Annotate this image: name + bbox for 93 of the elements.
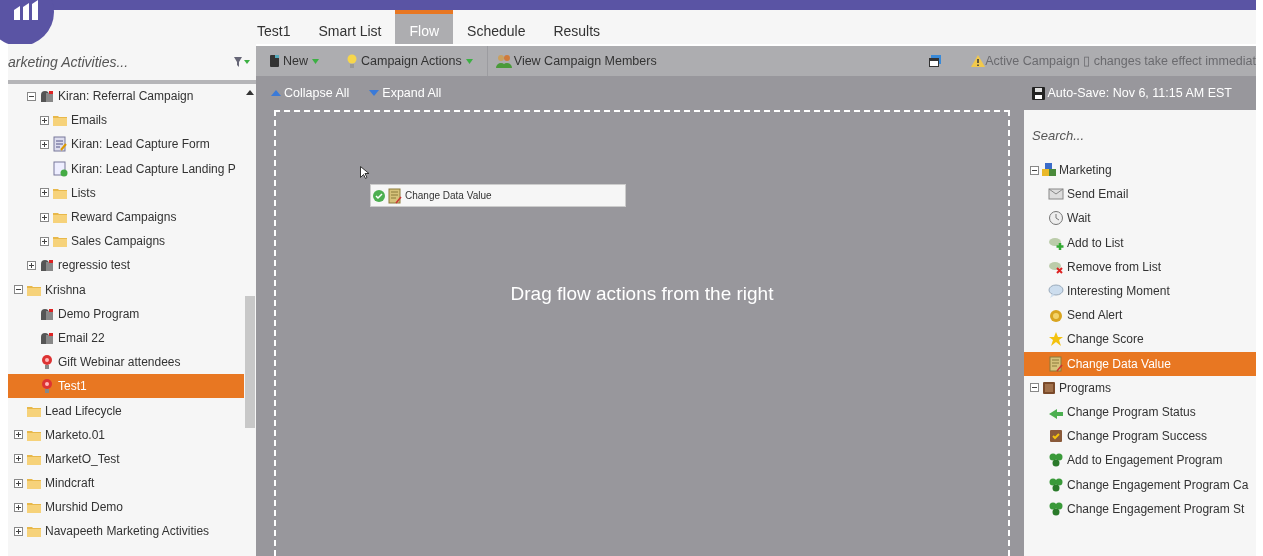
lightbulb-icon (347, 54, 357, 68)
expand-toggle-icon[interactable] (40, 188, 49, 198)
tree-item[interactable]: Sales Campaigns (8, 229, 244, 254)
triangle-up-icon (271, 90, 281, 96)
expand-toggle-icon[interactable] (14, 526, 23, 536)
action-group[interactable]: Marketing (1024, 158, 1256, 183)
tree-item[interactable]: Emails (8, 108, 244, 133)
tree-item[interactable]: Marketo.01 (8, 422, 244, 447)
expand-toggle-icon[interactable] (14, 502, 23, 512)
scroll-up-icon[interactable] (246, 90, 254, 95)
new-button[interactable]: New (256, 46, 333, 76)
tab[interactable]: Smart List (304, 10, 396, 44)
bell-icon (1048, 307, 1064, 324)
expand-toggle-icon[interactable] (14, 454, 23, 464)
data-sheet-icon (387, 187, 403, 204)
tree-item[interactable]: Navapeeth Marketing Activities (8, 519, 244, 544)
expand-toggle-icon[interactable] (40, 236, 49, 246)
blocks-icon (1041, 162, 1057, 179)
tree-item[interactable]: regressio test (8, 253, 244, 278)
action-item[interactable]: Remove from List (1024, 254, 1256, 279)
tree-item[interactable]: Kiran: Lead Capture Landing P (8, 156, 244, 181)
tree-item[interactable]: Lists (8, 180, 244, 205)
expand-toggle-icon[interactable] (14, 430, 23, 440)
save-icon (1032, 86, 1046, 100)
expand-toggle-icon[interactable] (27, 260, 36, 270)
flow-step[interactable]: Change Data Value (370, 184, 626, 207)
view-members-button[interactable]: View Campaign Members (487, 46, 665, 76)
action-group[interactable]: Programs (1024, 375, 1256, 400)
action-item[interactable]: Change Score (1024, 327, 1256, 352)
book-icon (1041, 379, 1057, 396)
warning-icon (971, 55, 986, 67)
mailbox-icon (39, 88, 55, 105)
collapse-toggle-icon[interactable] (1030, 383, 1039, 393)
mailbox-icon (39, 257, 55, 274)
expand-toggle-icon[interactable] (40, 139, 49, 149)
page-icon (52, 160, 68, 177)
filter-icon[interactable] (234, 56, 250, 68)
tree-item[interactable]: MarketO_Test (8, 446, 244, 471)
tree-item[interactable]: Kiran: Referral Campaign (8, 84, 244, 109)
data-sheet-icon (1048, 355, 1064, 372)
people-icon (495, 54, 512, 68)
action-item[interactable]: Add to List (1024, 230, 1256, 255)
book-check-icon (1048, 428, 1064, 445)
check-circle-icon (373, 189, 385, 202)
clover-icon (1048, 452, 1064, 469)
collapse-toggle-icon[interactable] (27, 91, 36, 101)
action-item[interactable]: Wait (1024, 206, 1256, 231)
scrollbar-thumb[interactable] (245, 296, 255, 428)
action-item[interactable]: Interesting Moment (1024, 278, 1256, 304)
search-field[interactable]: Search... (1032, 120, 1248, 150)
action-item[interactable]: Add to Engagement Program (1024, 448, 1256, 473)
canvas-hint: Drag flow actions from the right (510, 282, 774, 306)
expand-toggle-icon[interactable] (40, 115, 49, 125)
action-item[interactable]: Change Engagement Program St (1024, 496, 1256, 521)
warning-text: Active Campaign ▯ changes take effect immediat (985, 52, 1256, 70)
caret-icon (312, 58, 319, 64)
collapse-toggle-icon[interactable] (14, 285, 23, 295)
tree-item[interactable]: Kiran: Lead Capture Form (8, 132, 244, 157)
tree-item[interactable]: Krishna (8, 277, 244, 302)
tab[interactable]: Test1 (243, 10, 305, 44)
action-item[interactable]: Change Program Success (1024, 424, 1256, 449)
tree-item[interactable]: Reward Campaigns (8, 204, 244, 230)
envelope-icon (1048, 186, 1064, 203)
star-icon (1048, 331, 1064, 348)
bulb-icon (39, 378, 55, 395)
caret-icon (465, 58, 473, 64)
action-item[interactable]: Change Engagement Program Ca (1024, 472, 1256, 497)
bulb-icon (39, 354, 55, 371)
tree-item[interactable]: Mindcraft (8, 471, 244, 496)
window-icon[interactable] (929, 55, 942, 67)
search-field[interactable]: arketing Activities... (8, 51, 234, 73)
tree-item[interactable]: Gift Webinar attendees (8, 350, 244, 375)
expand-toggle-icon[interactable] (40, 212, 49, 222)
action-item[interactable]: Send Alert (1024, 303, 1256, 328)
tree-item[interactable]: Demo Program (8, 301, 244, 326)
tree-item[interactable]: Email 22 (8, 325, 244, 351)
speech-bubble-icon (1048, 283, 1064, 300)
expand-toggle-icon[interactable] (14, 478, 23, 488)
clock-icon (1048, 210, 1064, 227)
clover-icon (1048, 476, 1064, 493)
collapse-toggle-icon[interactable] (1030, 165, 1039, 175)
triangle-down-icon (369, 90, 380, 96)
autosave-text: Auto-Save: Nov 6, 11:15 AM EST (1046, 84, 1233, 102)
cursor-icon (360, 166, 369, 179)
clover-icon (1048, 500, 1064, 517)
action-item[interactable]: Send Email (1024, 182, 1256, 207)
tab[interactable]: Schedule (453, 10, 540, 44)
tab[interactable]: Results (539, 10, 615, 44)
action-item[interactable]: Change Program Status (1024, 399, 1256, 425)
form-icon (52, 136, 68, 153)
document-icon (270, 55, 279, 67)
tree-item[interactable]: Lead Lifecycle (8, 398, 244, 423)
tree-item[interactable]: Murshid Demo (8, 495, 244, 520)
